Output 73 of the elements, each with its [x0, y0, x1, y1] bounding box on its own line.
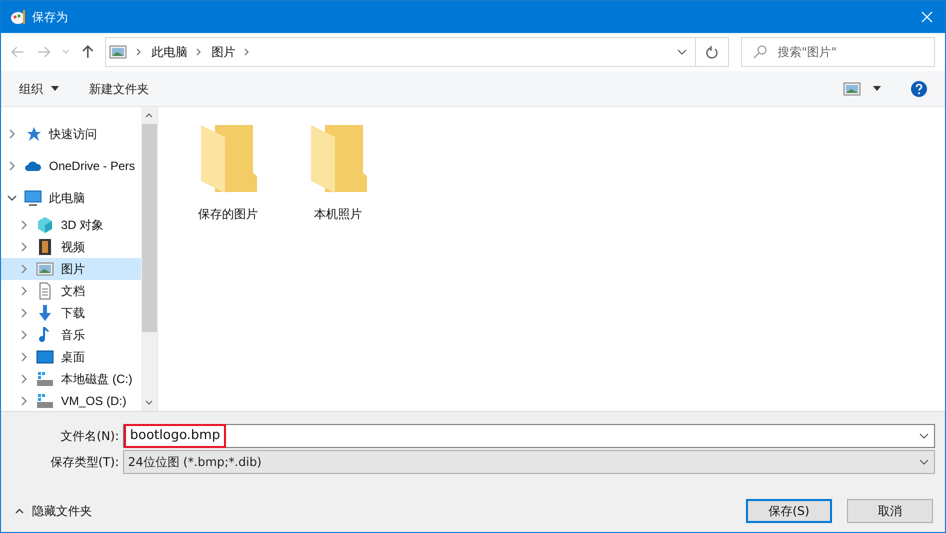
file-type-dropdown[interactable]: 24位位图 (*.bmp;*.dib) — [123, 450, 935, 474]
search-field[interactable]: 搜索"图片" — [740, 37, 935, 67]
breadcrumb[interactable]: 图片 — [211, 43, 236, 61]
chevron-right-icon[interactable] — [244, 48, 250, 56]
search-icon — [752, 45, 767, 59]
chevron-right-icon[interactable] — [19, 286, 29, 296]
chevron-right-icon[interactable] — [19, 264, 29, 274]
tree-item[interactable]: 本地磁盘 (C:) — [1, 368, 141, 390]
dialog-button[interactable]: 保存(S) — [746, 499, 832, 523]
chevron-right-icon[interactable] — [196, 48, 202, 56]
filename-label: 文件名(N): — [60, 428, 120, 445]
address-bar[interactable]: 此电脑 图片 — [105, 37, 696, 67]
folder-icon — [309, 123, 367, 195]
back-arrow-icon[interactable] — [11, 46, 25, 58]
breadcrumb[interactable]: 此电脑 — [151, 43, 188, 61]
picture-icon — [36, 260, 54, 278]
drive-icon — [36, 370, 54, 388]
folder-icon — [199, 123, 257, 195]
filename-field[interactable]: bootlogo.bmp — [123, 424, 935, 448]
window-title: 保存为 — [32, 9, 68, 26]
scrollbar-thumb[interactable] — [142, 124, 156, 332]
hide-folders-button[interactable]: 隐藏文件夹 — [11, 502, 92, 520]
organize-button[interactable]: 组织 — [19, 80, 59, 98]
chevron-right-icon[interactable] — [136, 48, 142, 56]
scrollbar[interactable] — [141, 107, 158, 411]
picture-icon — [109, 43, 128, 61]
caret-icon — [873, 86, 881, 91]
new-folder-button[interactable]: 新建文件夹 — [89, 80, 149, 98]
view-button[interactable] — [843, 80, 881, 98]
chevron-down-icon[interactable] — [145, 400, 153, 405]
tree-item[interactable]: 视频 — [1, 236, 141, 258]
tree-item[interactable]: 文档 — [1, 280, 141, 302]
chevron-down-icon — [919, 459, 929, 465]
folder-item[interactable]: 保存的图片 — [180, 123, 276, 233]
chevron-right-icon[interactable] — [19, 352, 29, 362]
down-arrow-icon — [36, 304, 54, 322]
caret-icon — [51, 86, 59, 91]
tree-item[interactable]: 桌面 — [1, 346, 141, 368]
cube-icon — [36, 216, 54, 234]
folder-item[interactable]: 本机照片 — [290, 123, 386, 233]
chevron-up-icon[interactable] — [145, 113, 153, 118]
chevron-right-icon[interactable] — [19, 374, 29, 384]
tree-item[interactable]: 下载 — [1, 302, 141, 324]
forward-arrow-icon[interactable] — [36, 46, 50, 58]
chevron-right-icon[interactable] — [19, 396, 29, 406]
tree-item[interactable]: VM_OS (D:) — [1, 390, 141, 411]
help-icon[interactable] — [911, 80, 927, 96]
monitor-icon — [24, 189, 42, 207]
dialog-button[interactable]: 取消 — [847, 499, 933, 523]
refresh-button[interactable] — [696, 37, 729, 67]
tree-item[interactable]: 音乐 — [1, 324, 141, 346]
chevron-down-icon[interactable] — [7, 193, 17, 203]
tree-item[interactable]: 3D 对象 — [1, 214, 141, 236]
chevron-right-icon[interactable] — [19, 242, 29, 252]
tree-item[interactable]: 此电脑 — [1, 182, 141, 214]
picture-icon — [843, 80, 861, 98]
chevron-right-icon[interactable] — [7, 129, 17, 139]
tree-item[interactable]: 快速访问 — [1, 118, 141, 150]
tree-item[interactable]: 图片 — [1, 258, 141, 280]
up-arrow-icon[interactable] — [82, 45, 94, 59]
chevron-right-icon[interactable] — [7, 161, 17, 171]
chevron-right-icon[interactable] — [19, 308, 29, 318]
chevron-down-icon[interactable] — [676, 49, 687, 55]
file-type-label: 保存类型(T): — [49, 454, 120, 471]
desktop-icon — [36, 348, 54, 366]
palette-icon — [10, 9, 28, 25]
chevron-right-icon[interactable] — [19, 330, 29, 340]
chevron-up-icon — [15, 508, 24, 514]
chevron-right-icon[interactable] — [19, 220, 29, 230]
close-icon[interactable] — [921, 11, 933, 23]
drive-icon — [36, 392, 54, 410]
chevron-down-icon[interactable] — [919, 433, 929, 439]
tree-item[interactable]: OneDrive - Pers — [1, 150, 141, 182]
